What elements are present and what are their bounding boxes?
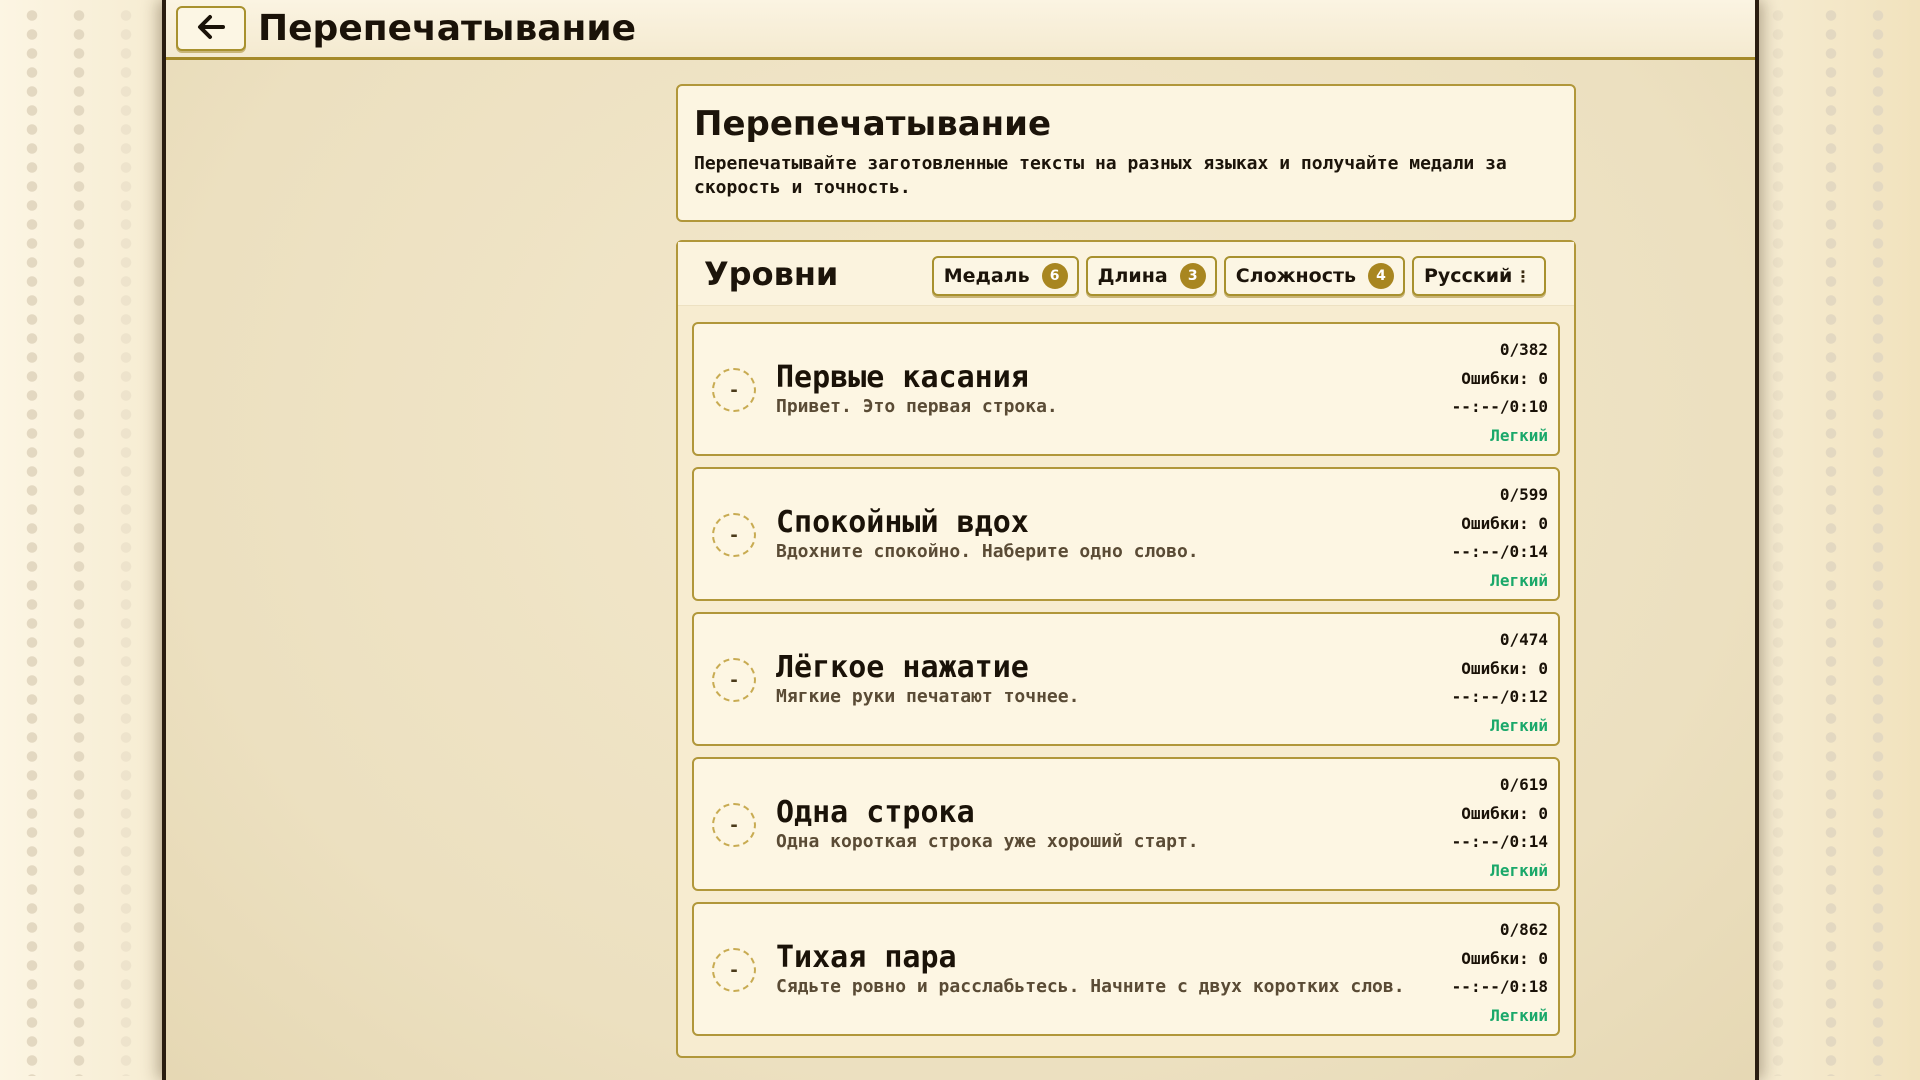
level-card[interactable]: - Лёгкое нажатие Мягкие руки печатают то… <box>692 612 1560 746</box>
level-card[interactable]: - Первые касания Привет. Это первая стро… <box>692 322 1560 456</box>
level-stats: 0/599 Ошибки: 0 --:--/0:14 Легкий <box>1452 481 1548 595</box>
medal-placeholder-icon: - <box>712 803 756 847</box>
filter-label: Длина <box>1097 265 1168 287</box>
level-difficulty: Легкий <box>1490 1005 1548 1025</box>
level-errors: Ошибки: 0 <box>1461 368 1548 388</box>
level-stats: 0/862 Ошибки: 0 --:--/0:18 Легкий <box>1452 916 1548 1030</box>
mode-description: Перепечатывайте заготовленные тексты на … <box>694 153 1507 198</box>
level-title: Первые касания <box>776 360 1029 395</box>
level-card[interactable]: - Спокойный вдох Вдохните спокойно. Набе… <box>692 467 1560 601</box>
level-progress: 0/382 <box>1499 340 1548 359</box>
level-stats: 0/619 Ошибки: 0 --:--/0:14 Легкий <box>1452 771 1548 885</box>
filter-label: Медаль <box>943 265 1030 287</box>
level-card[interactable]: - Тихая пара Сядьте ровно и расслабьтесь… <box>692 902 1560 1036</box>
arrow-left-icon <box>196 14 226 44</box>
level-difficulty: Легкий <box>1490 425 1548 445</box>
level-title: Одна строка <box>776 795 975 830</box>
medal-placeholder-icon: - <box>712 513 756 557</box>
top-bar: Перепечатывание <box>166 0 1755 60</box>
filter-difficulty-button[interactable]: Сложность 4 <box>1223 256 1405 296</box>
level-time: --:--/0:12 <box>1451 687 1548 706</box>
level-errors: Ошибки: 0 <box>1461 948 1548 968</box>
level-progress: 0/474 <box>1499 630 1548 649</box>
level-description: Сядьте ровно и расслабьтесь. Начните с д… <box>776 976 1405 997</box>
level-description: Мягкие руки печатают точнее. <box>776 686 1080 707</box>
levels-panel: Уровни Медаль 6 Длина 3 Сложность 4 Русс… <box>676 240 1576 1058</box>
level-title: Тихая пара <box>776 940 957 975</box>
level-progress: 0/862 <box>1499 920 1548 939</box>
level-card[interactable]: - Одна строка Одна короткая строка уже х… <box>692 757 1560 891</box>
app-window: Перепечатывание Перепечатывание Перепеча… <box>162 0 1759 1080</box>
level-description: Одна короткая строка уже хороший старт. <box>776 831 1199 852</box>
level-difficulty: Легкий <box>1490 860 1548 880</box>
page-title: Перепечатывание <box>258 8 637 49</box>
filter-count-badge: 4 <box>1368 263 1394 289</box>
mode-title: Перепечатывание <box>694 104 1052 144</box>
level-stats: 0/474 Ошибки: 0 --:--/0:12 Легкий <box>1452 626 1548 740</box>
filter-label: Сложность <box>1235 265 1356 287</box>
left-decoration <box>0 0 162 1080</box>
level-errors: Ошибки: 0 <box>1461 658 1548 678</box>
level-errors: Ошибки: 0 <box>1461 803 1548 823</box>
levels-title: Уровни <box>704 254 839 293</box>
level-list: - Первые касания Привет. Это первая стро… <box>678 306 1574 1036</box>
medal-placeholder-icon: - <box>712 658 756 702</box>
language-label: Русский <box>1424 265 1513 287</box>
level-description: Вдохните спокойно. Наберите одно слово. <box>776 541 1199 562</box>
filter-count-badge: 3 <box>1179 263 1206 289</box>
level-stats: 0/382 Ошибки: 0 --:--/0:10 Легкий <box>1452 336 1548 450</box>
level-progress: 0/599 <box>1499 485 1548 504</box>
language-select[interactable]: Русский ⋮ <box>1412 256 1546 296</box>
level-progress: 0/619 <box>1499 775 1548 794</box>
medal-placeholder-icon: - <box>712 948 756 992</box>
level-difficulty: Легкий <box>1490 570 1548 590</box>
right-decoration <box>1758 0 1920 1080</box>
level-time: --:--/0:18 <box>1451 977 1548 996</box>
levels-header: Уровни Медаль 6 Длина 3 Сложность 4 Русс… <box>678 242 1574 306</box>
level-errors: Ошибки: 0 <box>1461 513 1548 533</box>
kebab-icon: ⋮ <box>1515 266 1531 286</box>
level-time: --:--/0:10 <box>1451 397 1548 416</box>
level-title: Лёгкое нажатие <box>776 650 1029 685</box>
level-title: Спокойный вдох <box>776 505 1029 540</box>
level-time: --:--/0:14 <box>1451 832 1548 851</box>
level-difficulty: Легкий <box>1490 715 1548 735</box>
filter-bar: Медаль 6 Длина 3 Сложность 4 Русский ⋮ <box>931 256 1546 296</box>
filter-length-button[interactable]: Длина 3 <box>1085 256 1217 296</box>
level-description: Привет. Это первая строка. <box>776 396 1058 417</box>
back-button[interactable] <box>176 6 246 51</box>
filter-medal-button[interactable]: Медаль 6 <box>931 256 1079 296</box>
medal-placeholder-icon: - <box>712 368 756 412</box>
mode-header-card: Перепечатывание Перепечатывайте заготовл… <box>676 84 1576 222</box>
level-time: --:--/0:14 <box>1451 542 1548 561</box>
filter-count-badge: 6 <box>1041 263 1068 289</box>
